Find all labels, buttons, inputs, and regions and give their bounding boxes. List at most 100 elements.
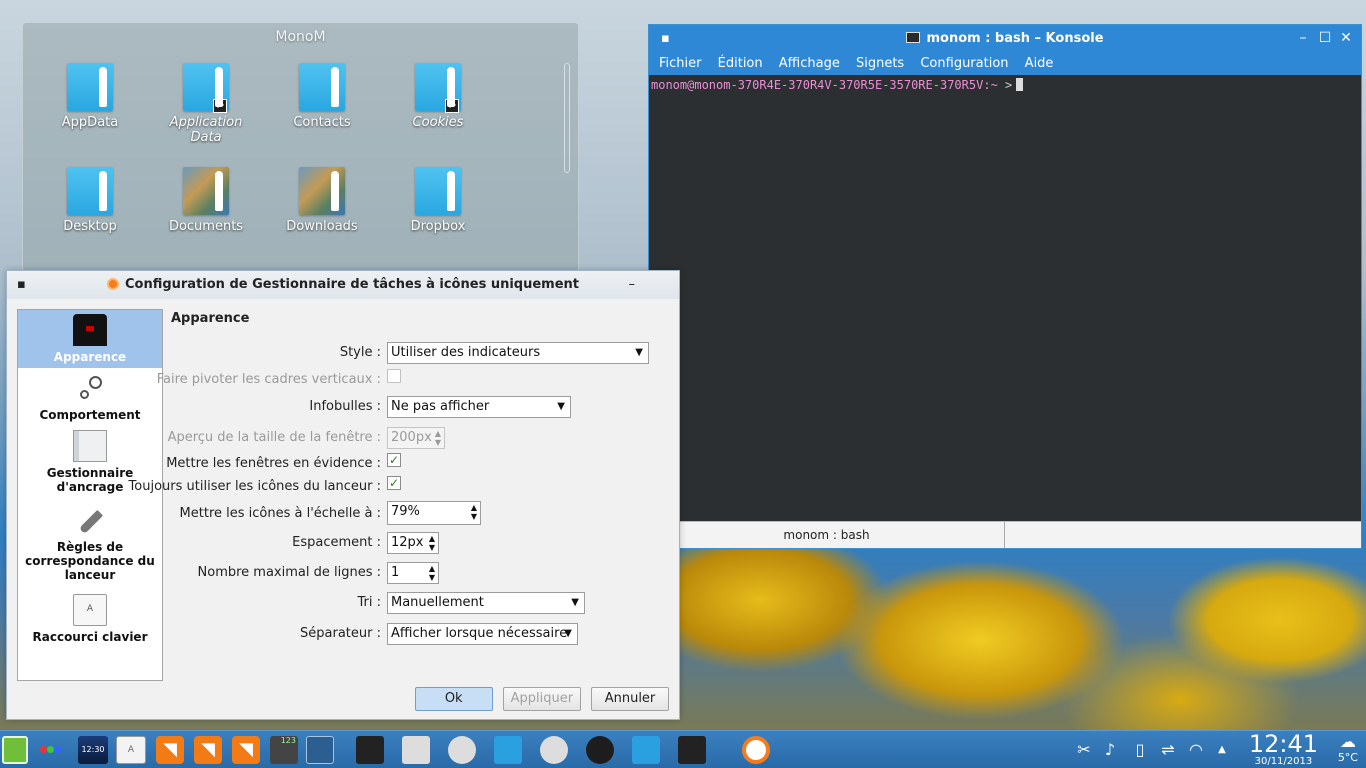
text-cursor (1016, 78, 1024, 91)
folder-label: Cookies (412, 115, 464, 130)
page-raccourci-clavier[interactable]: A Raccourci clavier (18, 590, 162, 650)
konsole-window: ▪ monom : bash – Konsole – ☐ ✕ Fichier É… (648, 24, 1362, 549)
sort-select[interactable]: Manuellement ▼ (387, 592, 585, 614)
chevron-down-icon: ▼ (571, 597, 579, 608)
cancel-button[interactable]: Annuler (591, 687, 669, 711)
page-regles-lanceur[interactable]: Règles de correspondance du lanceur (18, 500, 162, 590)
digital-clock[interactable]: 12:41 30/11/2013 (1249, 731, 1318, 767)
row-sort: Tri : Manuellement ▼ (171, 592, 681, 614)
ok-button[interactable]: Ok (414, 687, 493, 711)
prompt-user: monom@monom-370R4E-370R4V-370R5E-3570RE-… (651, 78, 984, 92)
camera-icon[interactable] (586, 736, 614, 764)
weather-widget[interactable]: ☁ 5°C (1337, 732, 1358, 765)
max-rows-value: 1 (391, 565, 400, 580)
window-menu-icon[interactable]: ▪ (17, 271, 26, 299)
folder-contacts[interactable]: Contacts (272, 63, 372, 130)
folder-application-data[interactable]: ↩ Application Data (156, 63, 256, 145)
prompt-symbol: > (1005, 78, 1013, 92)
page-label: Comportement (39, 408, 141, 422)
konsole-task-icon[interactable] (672, 731, 712, 768)
row-tooltips: Infobulles : Ne pas afficher ▼ (171, 396, 681, 418)
page-apparence[interactable]: Apparence (18, 310, 162, 368)
highlight-checkbox[interactable]: ✓ (387, 453, 401, 467)
keyboard-key-icon: A (73, 594, 107, 626)
folder-icon (67, 167, 113, 215)
scale-label: Mettre les icônes à l'échelle à : (179, 506, 381, 521)
expand-tray-icon[interactable]: ▲ (1212, 731, 1232, 768)
preview-size-spinbox[interactable]: 200px ▲ ▼ (387, 427, 445, 449)
scale-spinbox[interactable]: 79% ▲ ▼ (387, 501, 481, 525)
headphones-icon[interactable] (632, 736, 660, 764)
phone-icon[interactable] (402, 736, 430, 764)
menu-aide[interactable]: Aide (1025, 56, 1054, 71)
rotate-checkbox[interactable] (387, 369, 401, 383)
cloud-sun-icon: ☁ (1339, 732, 1356, 751)
close-icon[interactable]: ✕ (1336, 25, 1356, 52)
folder-view-scrollbar[interactable] (564, 63, 570, 173)
terminal-area[interactable]: monom@monom-370R4E-370R4V-370R5E-3570RE-… (649, 75, 1361, 521)
window-menu-icon[interactable]: ▪ (661, 25, 670, 52)
folder-dropbox[interactable]: Dropbox (388, 167, 488, 234)
dial-icon[interactable] (540, 736, 568, 764)
menu-configuration[interactable]: Configuration (920, 56, 1008, 71)
menu-signets[interactable]: Signets (856, 56, 904, 71)
wifi-icon[interactable]: ◠ (1186, 731, 1206, 768)
separator-select[interactable]: Afficher lorsque nécessaire ▼ (387, 623, 578, 645)
scissors-icon[interactable]: ✂ (1074, 731, 1094, 768)
check-icon: ✓ (388, 476, 400, 490)
menu-edition[interactable]: Édition (718, 56, 763, 71)
desktop-pager-icon[interactable] (306, 736, 334, 764)
clock-date: 30/11/2013 (1254, 756, 1313, 767)
row-max-rows: Nombre maximal de lignes : 1 ▲ ▼ (171, 562, 681, 584)
battery-icon[interactable]: ▯ (1130, 731, 1150, 768)
rss-feed-icon[interactable]: ◥ (156, 736, 184, 764)
rss-feed-icon[interactable]: ◥ (232, 736, 260, 764)
launcher-icons-checkbox[interactable]: ✓ (387, 476, 401, 490)
konsole-titlebar[interactable]: ▪ monom : bash – Konsole – ☐ ✕ (649, 25, 1361, 52)
page-comportement[interactable]: Comportement (18, 368, 162, 426)
minimize-icon[interactable]: – (1293, 25, 1313, 52)
menu-affichage[interactable]: Affichage (779, 56, 840, 71)
style-select[interactable]: Utiliser des indicateurs ▼ (387, 342, 649, 364)
folder-cookies[interactable]: ↩ Cookies (388, 63, 488, 130)
volume-icon[interactable]: ♪ (1100, 731, 1120, 768)
highlight-label: Mettre les fenêtres en évidence : (166, 456, 381, 471)
task-manager-config-icon[interactable] (742, 736, 770, 764)
tuxedo-icon (73, 314, 107, 346)
folder-downloads[interactable]: Downloads (272, 167, 372, 234)
weather-temp: 5°C (1337, 751, 1358, 764)
keyboard-layout-icon[interactable]: A (116, 736, 146, 764)
clock-app-label: 12:30 (81, 745, 105, 754)
tooltips-label: Infobulles : (309, 399, 381, 414)
browser-icon[interactable] (494, 736, 522, 764)
scale-value: 79% (391, 504, 420, 519)
activities-icon[interactable] (40, 736, 72, 764)
minimize-icon[interactable]: – (629, 271, 636, 299)
spin-arrows-icon: ▲ ▼ (428, 564, 435, 582)
apply-button[interactable]: Appliquer (502, 687, 581, 711)
chevron-down-icon: ▼ (635, 347, 643, 358)
folder-label: Application Data (169, 115, 243, 145)
calculator-icon[interactable]: 123 (270, 736, 298, 764)
usb-icon[interactable]: ⇌ (1158, 731, 1178, 768)
application-menu-icon[interactable] (2, 736, 28, 764)
max-rows-label: Nombre maximal de lignes : (197, 565, 381, 580)
maximize-icon[interactable]: ☐ (1315, 25, 1335, 52)
folder-desktop[interactable]: Desktop (40, 167, 140, 234)
menu-fichier[interactable]: Fichier (659, 56, 702, 71)
spacing-spinbox[interactable]: 12px ▲ ▼ (387, 532, 439, 554)
spin-arrows-icon: ▲ ▼ (434, 429, 441, 447)
clock-app-icon[interactable]: 12:30 (78, 736, 108, 764)
keyboard-layout-label: A (127, 745, 135, 755)
max-rows-spinbox[interactable]: 1 ▲ ▼ (387, 562, 439, 584)
tooltips-select[interactable]: Ne pas afficher ▼ (387, 396, 571, 418)
webcam-icon[interactable] (448, 736, 476, 764)
rss-feed-icon[interactable]: ◥ (194, 736, 222, 764)
style-value: Utiliser des indicateurs (391, 345, 541, 360)
dialog-titlebar[interactable]: ▪ Configuration de Gestionnaire de tâche… (7, 271, 679, 299)
scanner-icon[interactable] (356, 736, 384, 764)
folder-documents[interactable]: Documents (156, 167, 256, 234)
folder-appdata[interactable]: AppData (40, 63, 140, 130)
folder-label: Dropbox (410, 219, 466, 234)
tab-bash[interactable]: monom : bash (649, 522, 1005, 548)
